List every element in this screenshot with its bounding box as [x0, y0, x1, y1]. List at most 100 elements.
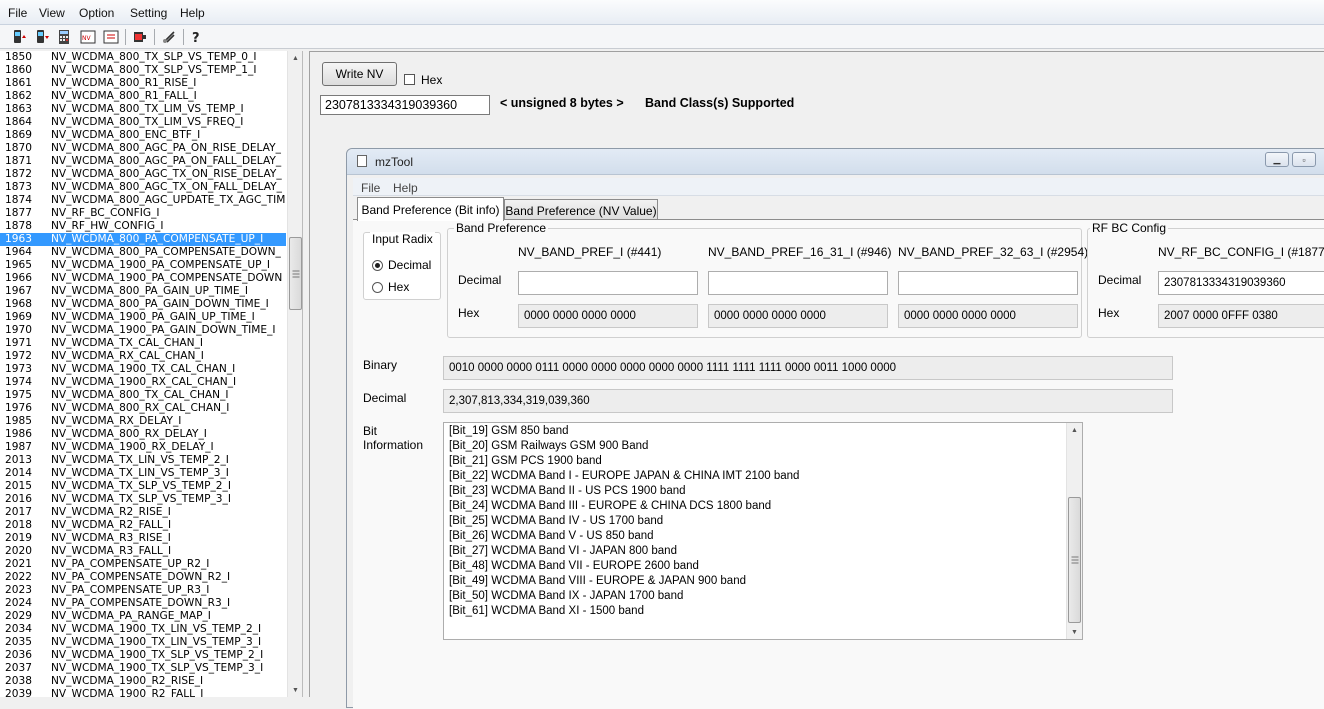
- bit-info-item[interactable]: [Bit_22] WCDMA Band I - EUROPE JAPAN & C…: [449, 470, 799, 482]
- nv-list-item[interactable]: 1968 NV_WCDMA_800_PA_GAIN_DOWN_TIME_I: [0, 298, 286, 311]
- window-menu-help[interactable]: Help: [393, 181, 418, 195]
- nv-list-item[interactable]: 1972 NV_WCDMA_RX_CAL_CHAN_I: [0, 350, 286, 363]
- nv-list-item[interactable]: 1970 NV_WCDMA_1900_PA_GAIN_DOWN_TIME_I: [0, 324, 286, 337]
- nv-list-item[interactable]: 1985 NV_WCDMA_RX_DELAY_I: [0, 415, 286, 428]
- nv-list-item[interactable]: 1863 NV_WCDMA_800_TX_LIM_VS_TEMP_I: [0, 103, 286, 116]
- nv-list-item[interactable]: 1963 NV_WCDMA_800_PA_COMPENSATE_UP_I: [0, 233, 286, 246]
- nv-list-item[interactable]: 1971 NV_WCDMA_TX_CAL_CHAN_I: [0, 337, 286, 350]
- read-phone-icon[interactable]: [10, 28, 28, 46]
- menu-help[interactable]: Help: [180, 6, 205, 20]
- bit-info-item[interactable]: [Bit_19] GSM 850 band: [449, 425, 569, 437]
- bit-info-item[interactable]: [Bit_50] WCDMA Band IX - JAPAN 1700 band: [449, 590, 683, 602]
- scroll-thumb[interactable]: [289, 237, 302, 310]
- nv-list-item[interactable]: 2016 NV_WCDMA_TX_SLP_VS_TEMP_3_I: [0, 493, 286, 506]
- bit-info-item[interactable]: [Bit_23] WCDMA Band II - US PCS 1900 ban…: [449, 485, 686, 497]
- bit-info-item[interactable]: [Bit_20] GSM Railways GSM 900 Band: [449, 440, 648, 452]
- nv-list-item[interactable]: 1966 NV_WCDMA_1900_PA_COMPENSATE_DOWN: [0, 272, 286, 285]
- nv-list-item[interactable]: 1850 NV_WCDMA_800_TX_SLP_VS_TEMP_0_I: [0, 51, 286, 64]
- maximize-button[interactable]: ▫: [1292, 152, 1316, 167]
- minimize-button[interactable]: ▁: [1265, 152, 1289, 167]
- radio-decimal[interactable]: [372, 260, 383, 271]
- nv-list-item[interactable]: 1872 NV_WCDMA_800_AGC_TX_ON_RISE_DELAY_: [0, 168, 286, 181]
- radio-hex[interactable]: [372, 282, 383, 293]
- nv-list-item[interactable]: 1975 NV_WCDMA_800_TX_CAL_CHAN_I: [0, 389, 286, 402]
- nv-list-item[interactable]: 2038 NV_WCDMA_1900_R2_RISE_I: [0, 675, 286, 688]
- nv-list-item[interactable]: 2039 NV_WCDMA_1900_R2_FALL_I: [0, 688, 286, 697]
- scroll-up-arrow[interactable]: ▲: [1067, 423, 1082, 437]
- nv-list-item[interactable]: 2034 NV_WCDMA_1900_TX_LIN_VS_TEMP_2_I: [0, 623, 286, 636]
- band-pref-946-decimal-input[interactable]: [708, 271, 888, 295]
- nv-list-item[interactable]: 2019 NV_WCDMA_R3_RISE_I: [0, 532, 286, 545]
- nv-list-item[interactable]: 2018 NV_WCDMA_R2_FALL_I: [0, 519, 286, 532]
- help-icon[interactable]: ?: [188, 28, 206, 46]
- nv-read-icon[interactable]: NV: [79, 28, 97, 46]
- nv-list-item[interactable]: 2021 NV_PA_COMPENSATE_UP_R2_I: [0, 558, 286, 571]
- band-pref-441-decimal-input[interactable]: [518, 271, 698, 295]
- band-pref-2954-decimal-input[interactable]: [898, 271, 1078, 295]
- scroll-thumb[interactable]: [1068, 497, 1081, 623]
- bit-info-item[interactable]: [Bit_61] WCDMA Band XI - 1500 band: [449, 605, 644, 617]
- bit-info-item[interactable]: [Bit_24] WCDMA Band III - EUROPE & CHINA…: [449, 500, 771, 512]
- bit-info-list[interactable]: [Bit_19] GSM 850 band [Bit_20] GSM Railwa…: [443, 422, 1083, 640]
- nv-list-item[interactable]: 1973 NV_WCDMA_1900_TX_CAL_CHAN_I: [0, 363, 286, 376]
- nv-list-item[interactable]: 1965 NV_WCDMA_1900_PA_COMPENSATE_UP_I: [0, 259, 286, 272]
- nv-list-item[interactable]: 1864 NV_WCDMA_800_TX_LIM_VS_FREQ_I: [0, 116, 286, 129]
- nv-list-item[interactable]: 2035 NV_WCDMA_1900_TX_LIN_VS_TEMP_3_I: [0, 636, 286, 649]
- tab-band-pref-bit-info[interactable]: Band Preference (Bit info): [357, 197, 504, 221]
- rf-bc-decimal-input[interactable]: 2307813334319039360: [1158, 271, 1324, 295]
- bit-info-item[interactable]: [Bit_21] GSM PCS 1900 band: [449, 455, 602, 467]
- nv-list-item[interactable]: 1874 NV_WCDMA_800_AGC_UPDATE_TX_AGC_TIM: [0, 194, 286, 207]
- nv-list-item[interactable]: 1860 NV_WCDMA_800_TX_SLP_VS_TEMP_1_I: [0, 64, 286, 77]
- nv-list-item[interactable]: 1869 NV_WCDMA_800_ENC_BTF_I: [0, 129, 286, 142]
- nv-list-item[interactable]: 1964 NV_WCDMA_800_PA_COMPENSATE_DOWN_: [0, 246, 286, 259]
- bit-info-item[interactable]: [Bit_49] WCDMA Band VIII - EUROPE & JAPA…: [449, 575, 746, 587]
- nv-list-item[interactable]: 1986 NV_WCDMA_800_RX_DELAY_I: [0, 428, 286, 441]
- nv-list-item[interactable]: 1976 NV_WCDMA_800_RX_CAL_CHAN_I: [0, 402, 286, 415]
- nv-list-item[interactable]: 1871 NV_WCDMA_800_AGC_PA_ON_FALL_DELAY_: [0, 155, 286, 168]
- nv-value-input[interactable]: 2307813334319039360: [320, 95, 490, 115]
- nv-list-item[interactable]: 2017 NV_WCDMA_R2_RISE_I: [0, 506, 286, 519]
- nv-list-item[interactable]: 1861 NV_WCDMA_800_R1_RISE_I: [0, 77, 286, 90]
- tab-band-pref-nv-value[interactable]: Band Preference (NV Value): [504, 199, 658, 221]
- menu-setting[interactable]: Setting: [130, 6, 167, 20]
- menu-option[interactable]: Option: [79, 6, 114, 20]
- nv-list-item[interactable]: 1878 NV_RF_HW_CONFIG_I: [0, 220, 286, 233]
- nv-list-item[interactable]: 2020 NV_WCDMA_R3_FALL_I: [0, 545, 286, 558]
- nv-list-item[interactable]: 1974 NV_WCDMA_1900_RX_CAL_CHAN_I: [0, 376, 286, 389]
- nv-write-icon[interactable]: [102, 28, 120, 46]
- nv-list-item[interactable]: 1967 NV_WCDMA_800_PA_GAIN_UP_TIME_I: [0, 285, 286, 298]
- nv-list-item[interactable]: 1870 NV_WCDMA_800_AGC_PA_ON_RISE_DELAY_: [0, 142, 286, 155]
- nv-list-item[interactable]: 1877 NV_RF_BC_CONFIG_I: [0, 207, 286, 220]
- bit-info-scrollbar[interactable]: ▲ ▼: [1066, 423, 1082, 639]
- write-phone-icon[interactable]: [33, 28, 51, 46]
- nv-list-item[interactable]: 2015 NV_WCDMA_TX_SLP_VS_TEMP_2_I: [0, 480, 286, 493]
- nv-list-item[interactable]: 2037 NV_WCDMA_1900_TX_SLP_VS_TEMP_3_I: [0, 662, 286, 675]
- nv-list-item[interactable]: 2036 NV_WCDMA_1900_TX_SLP_VS_TEMP_2_I: [0, 649, 286, 662]
- nv-list-item[interactable]: 1873 NV_WCDMA_800_AGC_TX_ON_FALL_DELAY_: [0, 181, 286, 194]
- nv-list-item[interactable]: 2023 NV_PA_COMPENSATE_UP_R3_I: [0, 584, 286, 597]
- bit-info-item[interactable]: [Bit_26] WCDMA Band V - US 850 band: [449, 530, 654, 542]
- mztool-titlebar[interactable]: mzTool ▁ ▫: [347, 149, 1324, 175]
- nv-list-item[interactable]: 2014 NV_WCDMA_TX_LIN_VS_TEMP_3_I: [0, 467, 286, 480]
- connect-icon[interactable]: [160, 28, 178, 46]
- nv-list-item[interactable]: 1987 NV_WCDMA_1900_RX_DELAY_I: [0, 441, 286, 454]
- window-menu-file[interactable]: File: [361, 181, 380, 195]
- nv-item-list[interactable]: 1850 NV_WCDMA_800_TX_SLP_VS_TEMP_0_I 1860 N…: [0, 51, 303, 697]
- scroll-up-arrow[interactable]: ▲: [288, 51, 302, 65]
- hex-checkbox[interactable]: [404, 74, 415, 85]
- bit-info-item[interactable]: [Bit_25] WCDMA Band IV - US 1700 band: [449, 515, 663, 527]
- nv-list-item[interactable]: 2013 NV_WCDMA_TX_LIN_VS_TEMP_2_I: [0, 454, 286, 467]
- bit-info-item[interactable]: [Bit_48] WCDMA Band VII - EUROPE 2600 ba…: [449, 560, 699, 572]
- menu-file[interactable]: File: [8, 6, 27, 20]
- menu-view[interactable]: View: [39, 6, 65, 20]
- scroll-down-arrow[interactable]: ▼: [1067, 625, 1082, 639]
- bit-info-item[interactable]: [Bit_27] WCDMA Band VI - JAPAN 800 band: [449, 545, 677, 557]
- nv-list-item[interactable]: 2022 NV_PA_COMPENSATE_DOWN_R2_I: [0, 571, 286, 584]
- nv-list-item[interactable]: 1969 NV_WCDMA_1900_PA_GAIN_UP_TIME_I: [0, 311, 286, 324]
- nv-list-item[interactable]: 2029 NV_WCDMA_PA_RANGE_MAP_I: [0, 610, 286, 623]
- battery-icon[interactable]: [131, 28, 149, 46]
- nv-list-item[interactable]: 2024 NV_PA_COMPENSATE_DOWN_R3_I: [0, 597, 286, 610]
- write-nv-button[interactable]: Write NV: [322, 62, 397, 86]
- nv-list-scrollbar[interactable]: ▲ ▼: [287, 51, 302, 697]
- scroll-down-arrow[interactable]: ▼: [288, 683, 302, 697]
